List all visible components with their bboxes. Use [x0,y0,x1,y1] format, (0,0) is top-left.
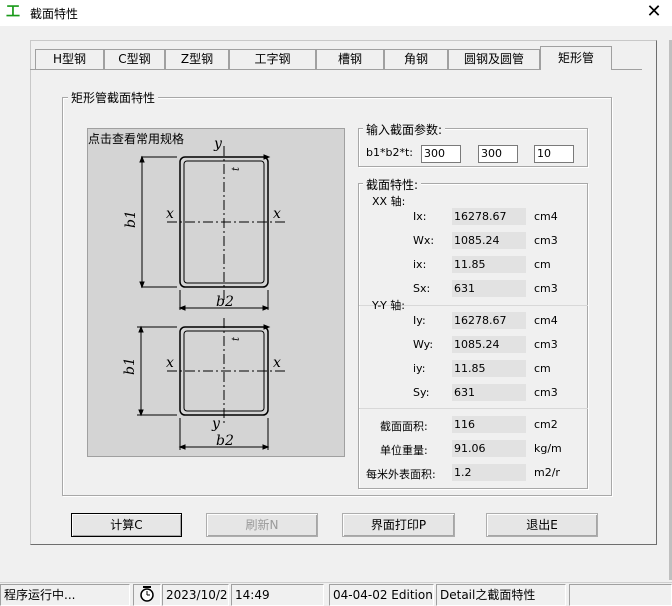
app-icon: 工 [6,4,20,20]
radius-y-unit: cm [534,362,551,375]
radius-y-value: 11.85 [452,360,526,377]
tab-angle[interactable]: 角钢 [384,49,448,69]
sx-value: 631 [452,280,526,297]
diagram-label-t-top: t [231,166,242,171]
wx-value: 1085.24 [452,232,526,249]
diagram-label-b2-top: b2 [216,294,234,310]
diagram-label-y-bottom: y [211,416,221,432]
sy-unit: cm3 [534,386,558,399]
tab-h-steel[interactable]: H型钢 [35,49,104,69]
status-module: Detail之截面特性 [436,584,566,606]
area-unit: cm2 [534,418,558,431]
clock-icon [133,584,161,606]
dims-label: b1*b2*t: [366,146,413,159]
refresh-button[interactable]: 刷新N [206,513,318,537]
sy-label: Sy: [413,386,430,399]
diagram-label-t-bottom: t [231,336,242,341]
close-button[interactable]: ✕ [640,1,668,23]
sy-value: 631 [452,384,526,401]
title-bar [0,0,672,26]
sx-label: Sx: [413,282,431,295]
xx-axis-title: XX 轴: [372,195,406,208]
sx-unit: cm3 [534,282,558,295]
status-date: 2023/10/22 [162,584,229,606]
wy-label: Wy: [413,338,434,351]
diagram-label-y-top: y [213,136,223,152]
surface-value: 1.2 [452,464,526,481]
diagram-label-x-left-2: x [166,355,174,371]
window-title: 截面特性 [30,7,79,21]
b1-input[interactable]: 300 [421,145,461,163]
rect-tube-diagram: y x x b1 b2 t x x y b1 b2 t [122,136,285,450]
area-label: 截面面积: [380,420,428,433]
ix-unit: cm4 [534,210,558,223]
diagram-label-x-right-2: x [273,355,281,371]
wy-unit: cm3 [534,338,558,351]
weight-unit: kg/m [534,442,562,455]
exit-button[interactable]: 退出E [486,513,598,537]
print-button[interactable]: 界面打印P [342,513,455,537]
wx-label: Wx: [413,234,435,247]
surface-unit: m2/m [534,466,560,479]
diagram-label-b2-bottom: b2 [216,433,234,449]
weight-value: 91.06 [452,440,526,457]
diagram-label-x-left: x [166,206,174,222]
radius-x-value: 11.85 [452,256,526,273]
tab-channel[interactable]: 槽钢 [316,49,384,69]
status-empty [569,584,672,606]
tab-rect-tube[interactable]: 矩形管 [540,46,612,70]
tab-z-steel[interactable]: Z型钢 [165,49,229,69]
radius-x-label: ix: [413,258,427,271]
weight-label: 单位重量: [380,444,428,457]
radius-y-label: iy: [413,362,426,375]
iy-unit: cm4 [534,314,558,327]
iy-label: Iy: [413,314,426,327]
area-value: 116 [452,416,526,433]
main-group-legend: 矩形管截面特性 [68,89,159,106]
tab-i-beam[interactable]: 工字钢 [229,49,316,69]
diagram-label-x-right: x [273,206,281,222]
wy-value: 1085.24 [452,336,526,353]
b2-input[interactable]: 300 [478,145,518,163]
tab-c-steel[interactable]: C型钢 [104,49,165,69]
status-edition: 04-04-02 Edition [329,584,434,606]
diagram-label-b1-top: b1 [123,210,139,228]
divider [359,408,588,409]
status-state: 程序运行中... [0,584,130,606]
calculate-button[interactable]: 计算C [71,513,182,537]
status-time: 14:49 [231,584,324,606]
props-group-legend: 截面特性: [363,176,422,193]
diagram-label-b1-bottom: b1 [122,357,138,375]
ix-value: 16278.67 [452,208,526,225]
surface-label: 每米外表面积: [366,468,436,481]
wx-unit: cm3 [534,234,558,247]
yy-axis-title: Y-Y 轴: [372,299,405,312]
input-group-legend: 输入截面参数: [363,121,446,138]
iy-value: 16278.67 [452,312,526,329]
t-input[interactable]: 10 [534,145,574,163]
tab-round[interactable]: 圆钢及圆管 [448,49,540,69]
radius-x-unit: cm [534,258,551,271]
ix-label: Ix: [413,210,427,223]
